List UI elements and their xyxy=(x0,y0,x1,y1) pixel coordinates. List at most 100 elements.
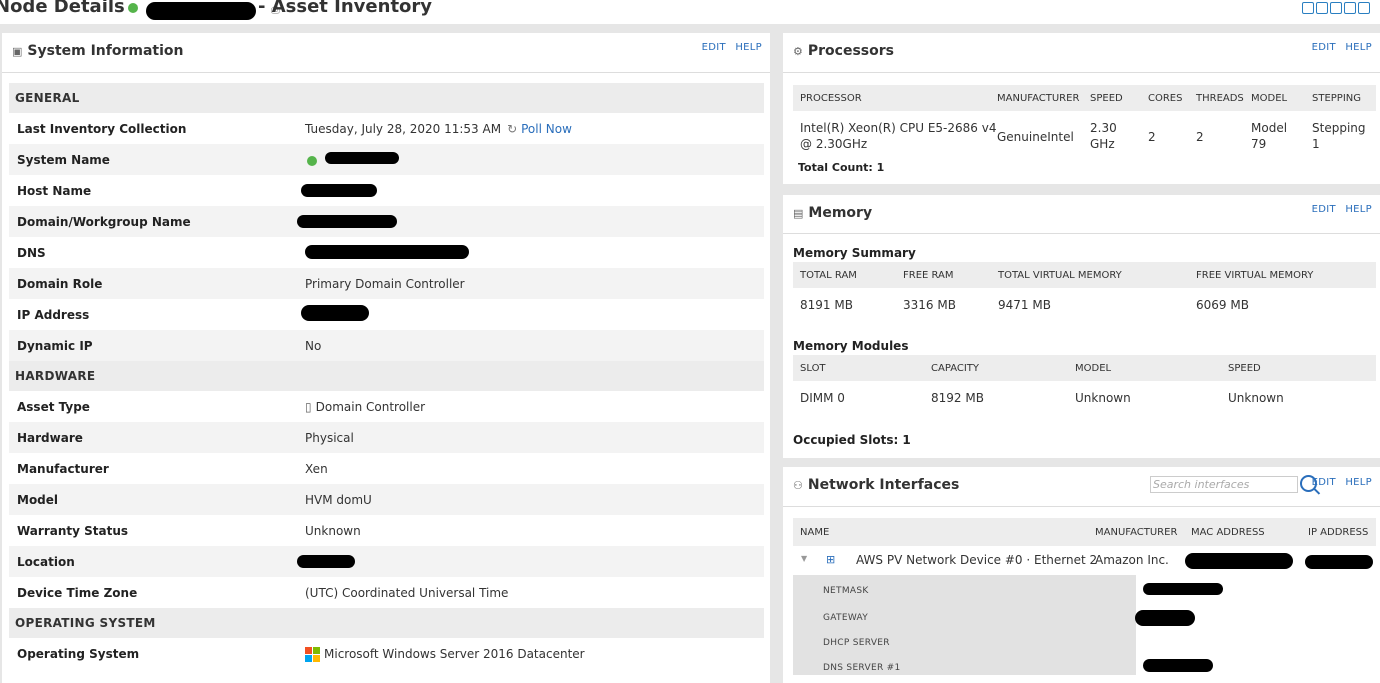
row-model: Model HVM domU xyxy=(9,484,764,515)
redacted-netmask xyxy=(1143,583,1223,595)
system-information-title: ▣ System Information xyxy=(12,43,184,59)
memory-chip-icon: ▤ xyxy=(793,206,804,220)
network-interfaces-panel: ⚇ Network Interfaces Search interfaces E… xyxy=(783,467,1380,683)
dns-server-label: DNS SERVER #1 xyxy=(823,663,901,673)
last-inventory-date: Tuesday, July 28, 2020 11:53 AM xyxy=(305,122,502,136)
col-slot: SLOT xyxy=(800,363,826,374)
col-model: MODEL xyxy=(1075,363,1112,374)
edit-link[interactable]: EDIT xyxy=(702,42,726,53)
toolbar-icon-2[interactable] xyxy=(1316,2,1328,14)
toolbar-icon-1[interactable] xyxy=(1302,2,1314,14)
redacted-system-name xyxy=(325,152,399,164)
memory-title-text: Memory xyxy=(808,205,873,221)
row-value: Xen xyxy=(305,462,328,476)
row-dynamic-ip: Dynamic IP No xyxy=(9,330,764,361)
edit-link[interactable]: EDIT xyxy=(1312,477,1336,488)
row-value: HVM domU xyxy=(305,493,372,507)
processor-model-line2: 79 xyxy=(1251,137,1267,151)
memory-title: ▤ Memory xyxy=(793,205,872,221)
network-interfaces-title-text: Network Interfaces xyxy=(807,477,960,493)
processor-cores: 2 xyxy=(1148,130,1156,144)
processors-title: ⚙ Processors xyxy=(793,43,894,59)
col-cores: CORES xyxy=(1148,93,1183,104)
module-slot: DIMM 0 xyxy=(800,391,845,405)
col-speed: SPEED xyxy=(1228,363,1261,374)
module-capacity: 8192 MB xyxy=(931,391,984,405)
dhcp-server-label: DHCP SERVER xyxy=(823,638,890,648)
panel-divider xyxy=(2,72,770,73)
row-label: Hardware xyxy=(17,431,83,445)
processor-speed-line2: GHz xyxy=(1090,137,1115,151)
free-virtual-memory-value: 6069 MB xyxy=(1196,298,1249,312)
monitor-icon: ▣ xyxy=(12,44,23,58)
network-icon: ⚇ xyxy=(793,478,803,492)
edit-link[interactable]: EDIT xyxy=(1312,204,1336,215)
processor-model-line1: Model xyxy=(1251,121,1288,135)
memory-summary-header: TOTAL RAM FREE RAM TOTAL VIRTUAL MEMORY … xyxy=(793,262,1376,288)
panel-divider xyxy=(783,506,1380,507)
interface-name: AWS PV Network Device #0 · Ethernet 2 xyxy=(856,553,1098,567)
help-link[interactable]: HELP xyxy=(1345,477,1372,488)
asset-type-text: Domain Controller xyxy=(315,400,426,414)
row-value: Primary Domain Controller xyxy=(305,277,465,291)
redacted-location xyxy=(297,555,355,568)
row-value: (UTC) Coordinated Universal Time xyxy=(305,586,509,600)
help-link[interactable]: HELP xyxy=(1345,42,1372,53)
section-operating-system: OPERATING SYSTEM xyxy=(9,608,764,638)
row-hardware: Hardware Physical xyxy=(9,422,764,453)
page-title-prefix: Node Details - xyxy=(0,0,139,17)
header-toolbar xyxy=(1302,2,1370,14)
total-ram-value: 8191 MB xyxy=(800,298,853,312)
system-info-table: GENERAL Last Inventory Collection Tuesda… xyxy=(9,83,764,669)
row-dns: DNS xyxy=(9,237,764,268)
row-label: IP Address xyxy=(17,308,90,322)
row-last-inventory: Last Inventory Collection Tuesday, July … xyxy=(9,113,764,144)
col-manufacturer: MANUFACTURER xyxy=(1095,527,1178,538)
processor-stepping-line1: Stepping xyxy=(1312,121,1366,135)
row-label: Location xyxy=(17,555,75,569)
memory-summary-row: 8191 MB 3316 MB 9471 MB 6069 MB xyxy=(793,298,1376,318)
redacted-node-name xyxy=(146,2,256,20)
cpu-icon: ⚙ xyxy=(793,44,803,58)
search-interfaces-input[interactable]: Search interfaces xyxy=(1150,476,1298,493)
redacted-host-name xyxy=(301,184,377,197)
col-speed: SPEED xyxy=(1090,93,1123,104)
row-label: Device Time Zone xyxy=(17,586,138,600)
row-label: Domain Role xyxy=(17,277,103,291)
memory-module-row: DIMM 0 8192 MB Unknown Unknown xyxy=(793,391,1376,411)
interface-manufacturer: Amazon Inc. xyxy=(1095,553,1169,567)
refresh-icon[interactable]: ↻ xyxy=(507,122,517,136)
help-link[interactable]: HELP xyxy=(1345,204,1372,215)
poll-now-link[interactable]: Poll Now xyxy=(521,122,572,136)
row-value: Microsoft Windows Server 2016 Datacenter xyxy=(305,647,585,662)
col-ip-address: IP ADDRESS xyxy=(1308,527,1369,538)
system-information-panel: ▣ System Information EDIT HELP GENERAL L… xyxy=(2,33,770,683)
toolbar-icon-5[interactable] xyxy=(1358,2,1370,14)
free-ram-value: 3316 MB xyxy=(903,298,956,312)
processors-title-text: Processors xyxy=(807,43,894,59)
memory-edit-help: EDIT HELP xyxy=(1306,204,1372,215)
memory-summary-title: Memory Summary xyxy=(793,246,916,260)
col-stepping: STEPPING xyxy=(1312,93,1362,104)
row-value: Unknown xyxy=(305,524,361,538)
network-interfaces-title: ⚇ Network Interfaces xyxy=(793,477,959,493)
redacted-dns-server xyxy=(1143,659,1213,672)
toolbar-icon-3[interactable] xyxy=(1330,2,1342,14)
row-label: Dynamic IP xyxy=(17,339,93,353)
row-label: Asset Type xyxy=(17,400,90,414)
col-manufacturer: MANUFACTURER xyxy=(997,93,1080,104)
row-label: Last Inventory Collection xyxy=(17,122,187,136)
edit-link[interactable]: EDIT xyxy=(1312,42,1336,53)
row-label: System Name xyxy=(17,153,110,167)
processors-table-header: PROCESSOR MANUFACTURER SPEED CORES THREA… xyxy=(793,85,1376,111)
network-edit-help: EDIT HELP xyxy=(1306,477,1372,488)
toolbar-icon-4[interactable] xyxy=(1344,2,1356,14)
row-ip-address: IP Address xyxy=(9,299,764,330)
col-mac-address: MAC ADDRESS xyxy=(1191,527,1265,538)
help-link[interactable]: HELP xyxy=(735,42,762,53)
row-operating-system: Operating System Microsoft Windows Serve… xyxy=(9,638,764,669)
network-adapter-icon: ⊞ xyxy=(826,553,836,566)
col-free-ram: FREE RAM xyxy=(903,270,954,281)
collapse-chevron-icon[interactable]: ▼ xyxy=(801,554,807,563)
panel-divider xyxy=(783,233,1380,234)
